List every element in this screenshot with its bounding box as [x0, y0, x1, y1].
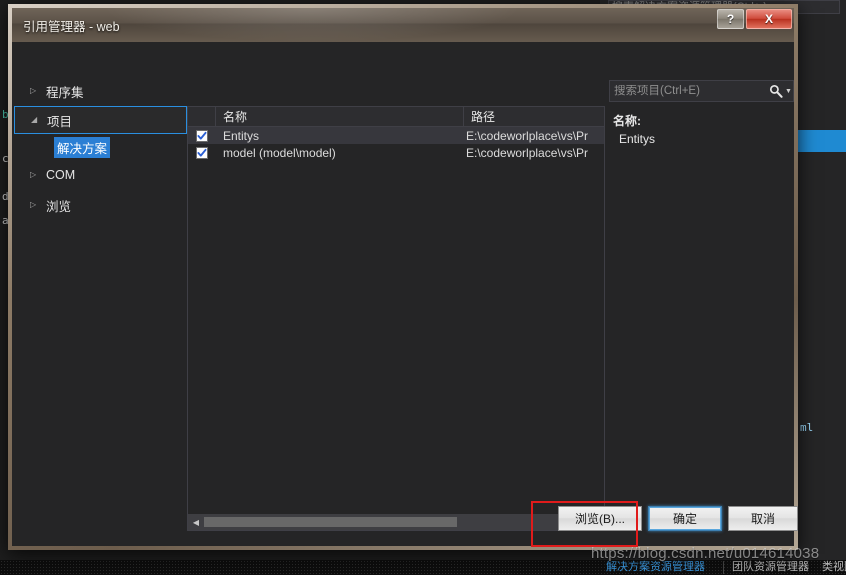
chevron-down-icon[interactable]: ◢	[31, 116, 37, 124]
tree-item-label: 浏览	[46, 199, 72, 214]
tree-item-label: 项目	[47, 114, 73, 129]
dialog-body: ▼ ▷ 程序集 ◢ 项目 解决方案 ▷ COM ▷ 浏览	[12, 42, 798, 546]
chevron-right-icon[interactable]: ▷	[30, 171, 36, 179]
category-tree: ▷ 程序集 ◢ 项目 解决方案 ▷ COM ▷ 浏览	[14, 76, 187, 220]
browse-button[interactable]: 浏览(B)...	[558, 506, 642, 531]
tree-item-assemblies[interactable]: ▷ 程序集	[14, 76, 187, 106]
table-row[interactable]: Entitys E:\codeworlplace\vs\Pr	[188, 127, 604, 144]
search-box[interactable]: ▼	[609, 80, 794, 102]
reference-manager-dialog: 引用管理器 - web ? X ▼ ▷ 程序集 ◢	[8, 4, 798, 550]
tab-separator-1	[723, 561, 724, 574]
row-path: E:\codeworlplace\vs\Pr	[466, 145, 589, 160]
reference-listview: 名称 路径 Entitys E:\codeworlplace\vs\Pr mod…	[187, 106, 605, 531]
help-button[interactable]: ?	[717, 9, 744, 29]
tree-item-browse[interactable]: ▷ 浏览	[14, 190, 187, 220]
titlebar-gloss	[102, 8, 522, 42]
tree-item-projects[interactable]: ◢ 项目	[14, 106, 187, 134]
tree-item-solution[interactable]: 解决方案	[14, 134, 187, 160]
chevron-down-icon[interactable]: ▼	[784, 88, 793, 95]
dialog-titlebar[interactable]: 引用管理器 - web ? X	[12, 8, 794, 42]
dialog-title: 引用管理器 - web	[23, 20, 120, 34]
tree-item-com[interactable]: ▷ COM	[14, 160, 187, 190]
table-row[interactable]: model (model\model) E:\codeworlplace\vs\…	[188, 144, 604, 161]
tree-item-label: 解决方案	[54, 136, 111, 158]
tree-item-label: 程序集	[46, 85, 84, 100]
cancel-button[interactable]: 取消	[728, 506, 798, 531]
listview-rows: Entitys E:\codeworlplace\vs\Pr model (mo…	[188, 127, 604, 161]
detail-name-value: Entitys	[619, 132, 656, 146]
row-checkbox-cell[interactable]	[188, 146, 216, 159]
tree-item-label: COM	[46, 168, 76, 182]
row-name: model (model\model)	[223, 145, 336, 160]
search-input[interactable]	[610, 85, 768, 97]
checkbox-checked-icon[interactable]	[196, 129, 208, 142]
column-header-name[interactable]: 名称	[216, 107, 464, 126]
watermark: https://blog.csdn.net/u014614038	[591, 545, 820, 562]
detail-name-label: 名称:	[613, 114, 641, 128]
bg-text-fragment-ml: ml	[800, 421, 814, 434]
ok-button[interactable]: 确定	[648, 506, 722, 531]
search-icon[interactable]	[768, 83, 784, 99]
checkbox-checked-icon[interactable]	[196, 146, 208, 159]
tab-solution-explorer[interactable]: 解决方案资源管理器	[602, 560, 709, 575]
window-controls: ? X	[717, 9, 792, 29]
detail-pane: 名称: Entitys	[613, 112, 791, 146]
chevron-right-icon[interactable]: ▷	[30, 87, 36, 95]
row-path: E:\codeworlplace\vs\Pr	[466, 128, 589, 143]
chevron-right-icon[interactable]: ▷	[30, 201, 36, 209]
close-button[interactable]: X	[746, 9, 792, 29]
dialog-footer: 浏览(B)... 确定 取消	[12, 494, 798, 546]
column-header-checkbox[interactable]	[188, 107, 216, 126]
tab-team-explorer[interactable]: 团队资源管理器	[728, 560, 813, 575]
listview-header: 名称 路径	[188, 107, 604, 127]
row-name: Entitys	[223, 128, 260, 143]
bottom-tab-strip	[0, 560, 846, 575]
tab-class-view[interactable]: 类视图	[818, 560, 846, 575]
column-header-path[interactable]: 路径	[464, 107, 604, 126]
row-checkbox-cell[interactable]	[188, 129, 216, 142]
